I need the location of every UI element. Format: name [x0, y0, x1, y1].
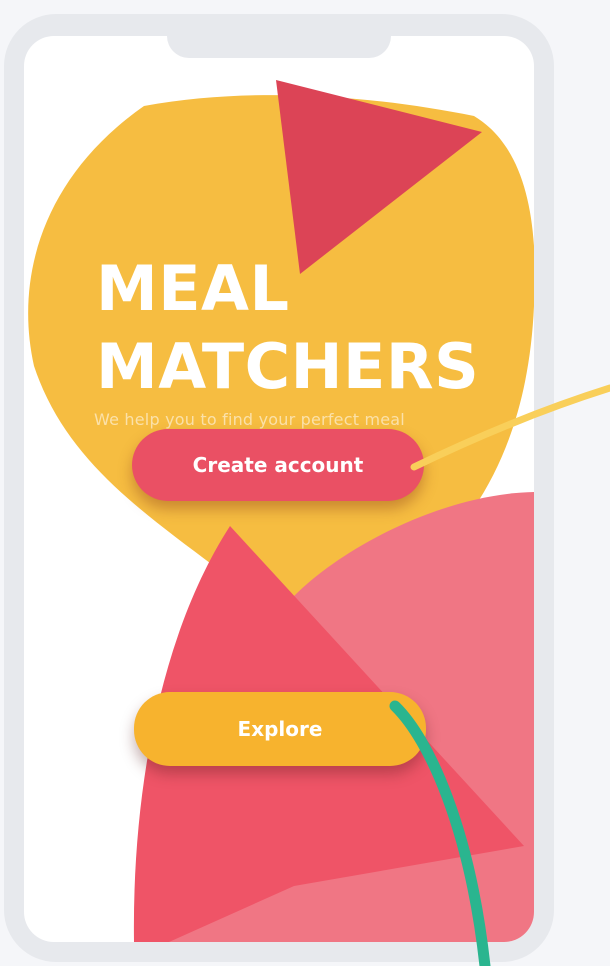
tagline: We help you to find your perfect meal: [94, 410, 405, 429]
app-title-line-2: MATCHERS: [96, 330, 480, 403]
app-title-line-1: MEAL: [96, 252, 290, 325]
phone-notch: [167, 14, 391, 58]
app-stage: MEAL MATCHERS We help you to find your p…: [0, 0, 610, 966]
explore-button[interactable]: Explore: [134, 692, 426, 766]
app-title: MEAL MATCHERS: [96, 250, 479, 406]
create-account-button[interactable]: Create account: [132, 429, 424, 501]
